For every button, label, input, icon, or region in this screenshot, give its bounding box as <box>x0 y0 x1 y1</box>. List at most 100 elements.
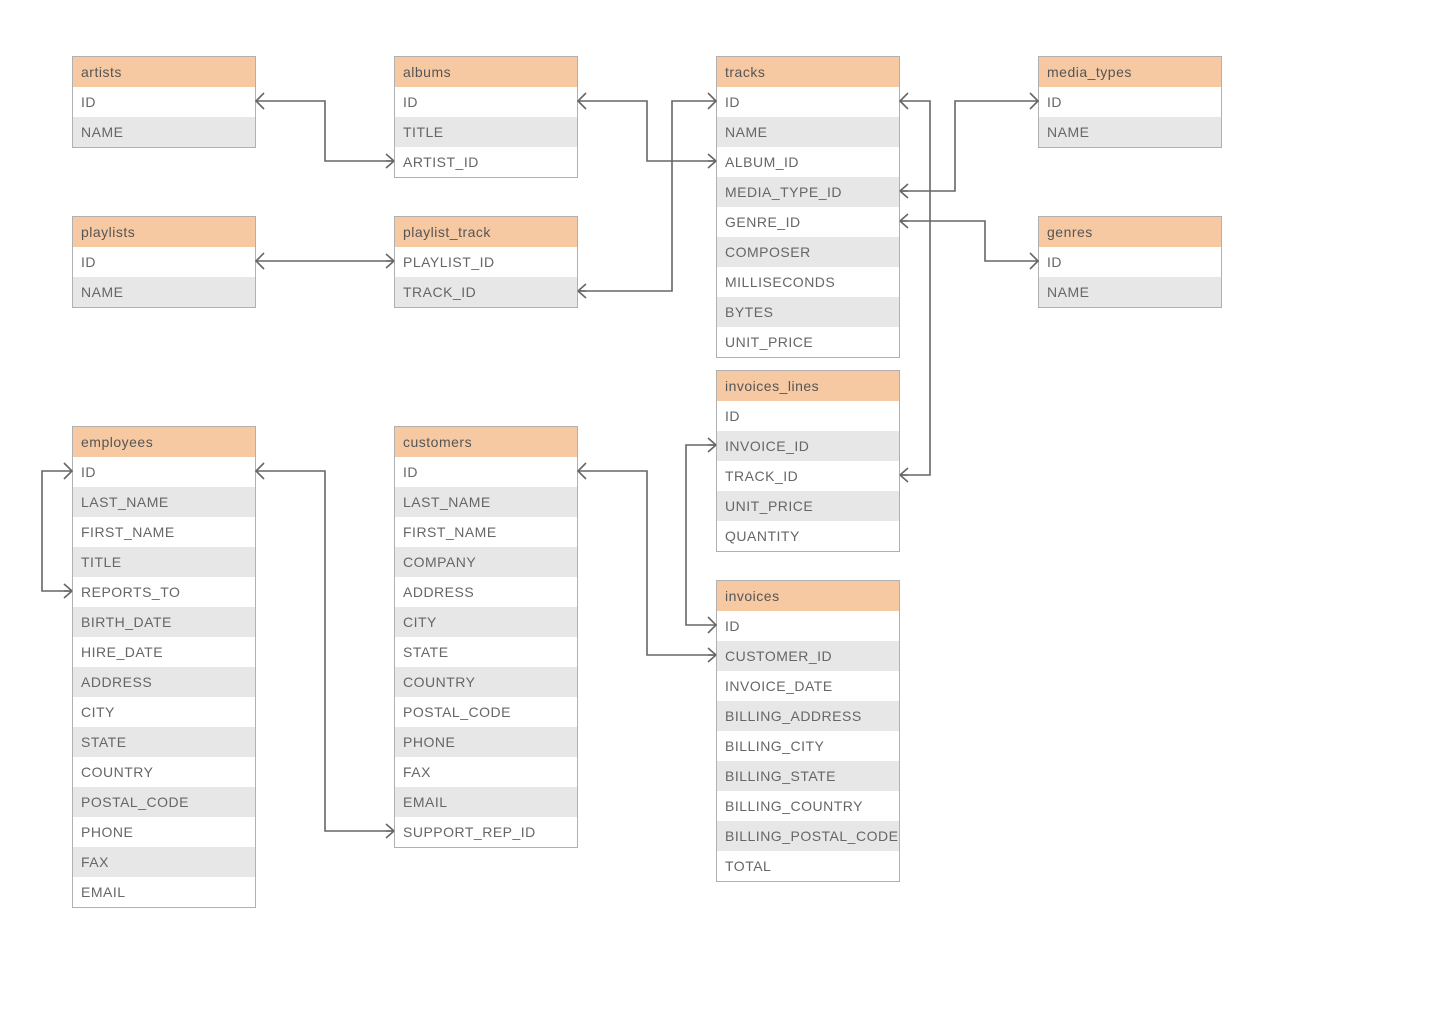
field-tracks-unit_price: UNIT_PRICE <box>717 327 899 357</box>
table-header: artists <box>73 57 255 87</box>
rel-invoices-customers-crow <box>708 648 716 662</box>
field-invoices-total: TOTAL <box>717 851 899 881</box>
field-customers-phone: PHONE <box>395 727 577 757</box>
rel-employees-self <box>42 471 72 591</box>
field-tracks-genre_id: GENRE_ID <box>717 207 899 237</box>
field-employees-fax: FAX <box>73 847 255 877</box>
rel-tracks-genres <box>900 221 1038 261</box>
field-invoices-billing_country: BILLING_COUNTRY <box>717 791 899 821</box>
rel-invoices-customers <box>578 471 716 655</box>
field-customers-last_name: LAST_NAME <box>395 487 577 517</box>
table-header: albums <box>395 57 577 87</box>
table-header: employees <box>73 427 255 457</box>
table-customers: customersIDLAST_NAMEFIRST_NAMECOMPANYADD… <box>394 426 578 848</box>
rel-tracks-mediatypes-arrow <box>1030 93 1038 109</box>
field-customers-id: ID <box>395 457 577 487</box>
field-invoices_lines-id: ID <box>717 401 899 431</box>
table-playlists: playlistsIDNAME <box>72 216 256 308</box>
field-albums-id: ID <box>395 87 577 117</box>
table-header: genres <box>1039 217 1221 247</box>
field-invoices-billing_city: BILLING_CITY <box>717 731 899 761</box>
field-employees-phone: PHONE <box>73 817 255 847</box>
field-tracks-media_type_id: MEDIA_TYPE_ID <box>717 177 899 207</box>
rel-albums-artists-crow <box>386 154 394 168</box>
rel-pt-tracks <box>578 101 716 291</box>
field-artists-name: NAME <box>73 117 255 147</box>
field-customers-email: EMAIL <box>395 787 577 817</box>
field-invoices_lines-unit_price: UNIT_PRICE <box>717 491 899 521</box>
field-customers-city: CITY <box>395 607 577 637</box>
field-customers-fax: FAX <box>395 757 577 787</box>
field-genres-id: ID <box>1039 247 1221 277</box>
rel-albums-artists-arrow <box>256 93 264 109</box>
table-artists: artistsIDNAME <box>72 56 256 148</box>
rel-il-tracks <box>900 101 930 475</box>
rel-pt-tracks-crow <box>578 284 586 298</box>
rel-customers-employees <box>256 471 394 831</box>
rel-il-invoices-arrow <box>708 617 716 633</box>
table-header: tracks <box>717 57 899 87</box>
field-invoices-customer_id: CUSTOMER_ID <box>717 641 899 671</box>
field-employees-email: EMAIL <box>73 877 255 907</box>
rel-il-tracks-arrow <box>900 93 908 109</box>
field-playlist_track-track_id: TRACK_ID <box>395 277 577 307</box>
field-customers-first_name: FIRST_NAME <box>395 517 577 547</box>
rel-tracks-albums <box>578 101 716 161</box>
field-media_types-name: NAME <box>1039 117 1221 147</box>
rel-tracks-genres-arrow <box>1030 253 1038 269</box>
field-tracks-composer: COMPOSER <box>717 237 899 267</box>
field-employees-city: CITY <box>73 697 255 727</box>
table-playlist_track: playlist_trackPLAYLIST_IDTRACK_ID <box>394 216 578 308</box>
rel-invoices-customers-arrow <box>578 463 586 479</box>
field-genres-name: NAME <box>1039 277 1221 307</box>
table-header: playlists <box>73 217 255 247</box>
field-invoices-billing_state: BILLING_STATE <box>717 761 899 791</box>
rel-tracks-mediatypes <box>900 101 1038 191</box>
rel-employees-self-arrow <box>64 463 72 479</box>
field-employees-last_name: LAST_NAME <box>73 487 255 517</box>
table-header: customers <box>395 427 577 457</box>
field-customers-state: STATE <box>395 637 577 667</box>
rel-tracks-genres-crow <box>900 214 908 228</box>
field-invoices_lines-invoice_id: INVOICE_ID <box>717 431 899 461</box>
table-invoices: invoicesIDCUSTOMER_IDINVOICE_DATEBILLING… <box>716 580 900 882</box>
rel-pt-playlists-crow <box>386 254 394 268</box>
field-employees-postal_code: POSTAL_CODE <box>73 787 255 817</box>
field-invoices_lines-track_id: TRACK_ID <box>717 461 899 491</box>
field-playlists-id: ID <box>73 247 255 277</box>
table-header: playlist_track <box>395 217 577 247</box>
field-employees-state: STATE <box>73 727 255 757</box>
field-tracks-name: NAME <box>717 117 899 147</box>
table-media_types: media_typesIDNAME <box>1038 56 1222 148</box>
table-header: invoices <box>717 581 899 611</box>
rel-tracks-albums-crow <box>708 154 716 168</box>
field-tracks-id: ID <box>717 87 899 117</box>
field-invoices-billing_postal_code: BILLING_POSTAL_CODE <box>717 821 899 851</box>
field-customers-country: COUNTRY <box>395 667 577 697</box>
field-employees-reports_to: REPORTS_TO <box>73 577 255 607</box>
rel-il-invoices-crow <box>708 438 716 452</box>
field-employees-country: COUNTRY <box>73 757 255 787</box>
field-invoices_lines-quantity: QUANTITY <box>717 521 899 551</box>
field-tracks-milliseconds: MILLISECONDS <box>717 267 899 297</box>
rel-il-tracks-crow <box>900 468 908 482</box>
field-invoices-invoice_date: INVOICE_DATE <box>717 671 899 701</box>
rel-tracks-mediatypes-crow <box>900 184 908 198</box>
field-customers-support_rep_id: SUPPORT_REP_ID <box>395 817 577 847</box>
table-header: media_types <box>1039 57 1221 87</box>
rel-pt-tracks-arrow <box>708 93 716 109</box>
field-employees-id: ID <box>73 457 255 487</box>
field-tracks-album_id: ALBUM_ID <box>717 147 899 177</box>
rel-customers-employees-crow <box>386 824 394 838</box>
field-media_types-id: ID <box>1039 87 1221 117</box>
rel-customers-employees-arrow <box>256 463 264 479</box>
er-diagram: artistsIDNAMEalbumsIDTITLEARTIST_IDtrack… <box>0 0 1432 1034</box>
field-employees-birth_date: BIRTH_DATE <box>73 607 255 637</box>
field-invoices-billing_address: BILLING_ADDRESS <box>717 701 899 731</box>
field-artists-id: ID <box>73 87 255 117</box>
field-playlist_track-playlist_id: PLAYLIST_ID <box>395 247 577 277</box>
field-employees-first_name: FIRST_NAME <box>73 517 255 547</box>
table-invoices_lines: invoices_linesIDINVOICE_IDTRACK_IDUNIT_P… <box>716 370 900 552</box>
field-customers-company: COMPANY <box>395 547 577 577</box>
rel-pt-playlists-arrow <box>256 253 264 269</box>
